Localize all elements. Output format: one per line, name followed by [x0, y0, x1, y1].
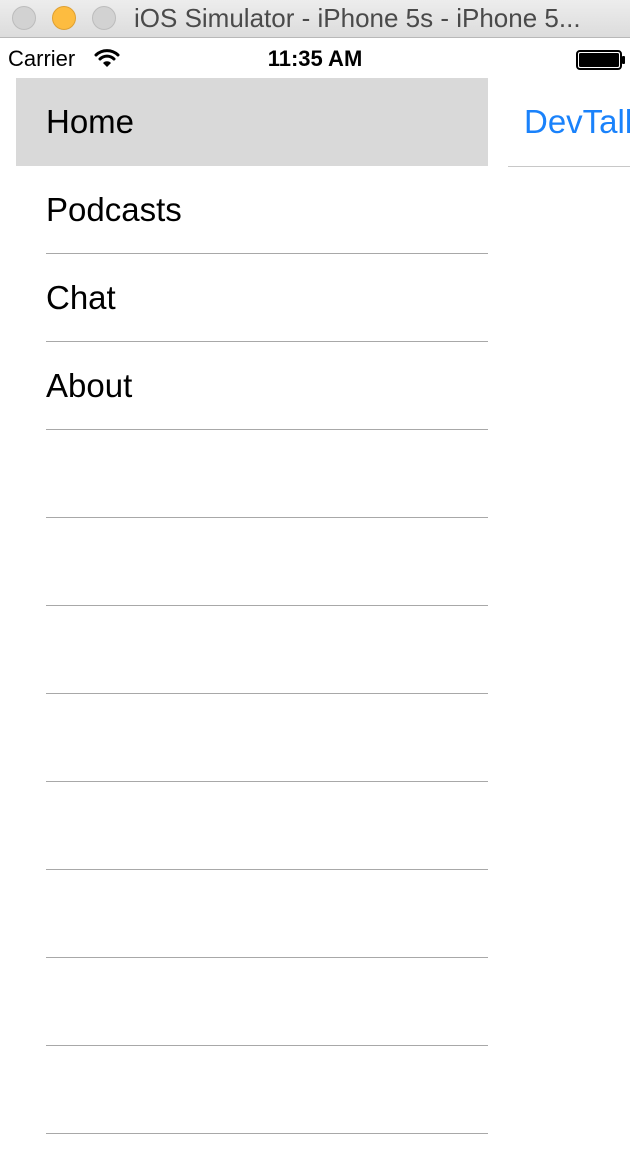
menu-item-podcasts[interactable]: Podcasts — [16, 166, 488, 254]
menu-item-empty[interactable] — [16, 958, 488, 1046]
main-content-peek[interactable]: DevTalles — [508, 78, 630, 1168]
status-clock: 11:35 AM — [267, 46, 363, 71]
menu-item-label: Chat — [46, 279, 116, 316]
nav-bar-title: DevTalles — [524, 103, 630, 140]
simulator-window: iOS Simulator - iPhone 5s - iPhone 5... … — [0, 0, 630, 1168]
side-menu: Home Podcasts Chat About — [16, 78, 488, 1168]
menu-item-label: Home — [46, 103, 135, 140]
menu-item-about[interactable]: About — [16, 342, 488, 430]
menu-item-label: Podcasts — [46, 191, 182, 228]
minimize-window-button[interactable] — [52, 6, 76, 30]
menu-item-empty[interactable] — [16, 606, 488, 694]
zoom-window-button[interactable] — [92, 6, 116, 30]
menu-item-empty[interactable] — [16, 430, 488, 518]
menu-item-empty[interactable] — [16, 782, 488, 870]
close-window-button[interactable] — [12, 6, 36, 30]
battery-icon — [576, 50, 625, 70]
window-title: iOS Simulator - iPhone 5s - iPhone 5... — [134, 4, 581, 32]
menu-item-chat[interactable]: Chat — [16, 254, 488, 342]
menu-item-empty[interactable] — [16, 694, 488, 782]
window-titlebar: iOS Simulator - iPhone 5s - iPhone 5... — [0, 0, 630, 38]
menu-item-empty[interactable] — [16, 518, 488, 606]
row-separator — [46, 1133, 488, 1134]
menu-item-empty[interactable] — [16, 870, 488, 958]
menu-item-home[interactable]: Home — [16, 78, 488, 166]
menu-item-label: About — [46, 367, 133, 404]
ios-status-bar: Carrier 11:35 AM — [0, 38, 630, 78]
nav-bar-divider — [508, 166, 630, 167]
menu-item-empty[interactable] — [16, 1046, 488, 1134]
